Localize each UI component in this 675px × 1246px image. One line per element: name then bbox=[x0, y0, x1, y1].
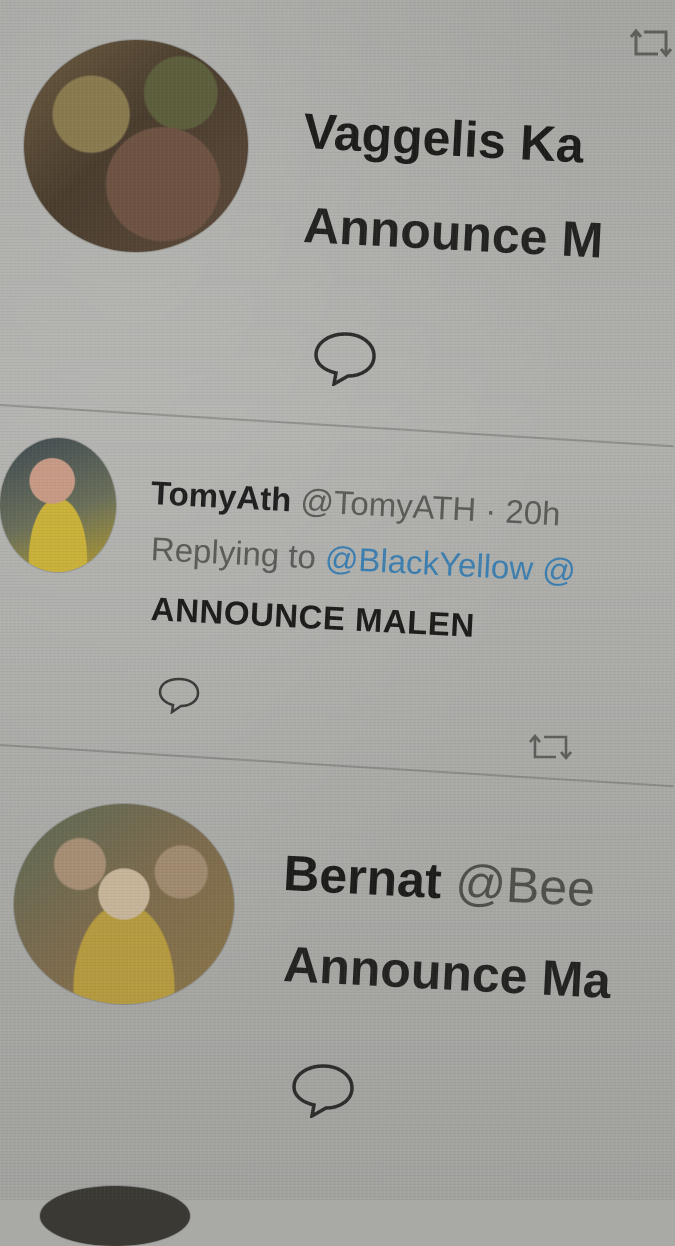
tweet-text: Announce Ma bbox=[282, 935, 613, 1010]
tweet-time[interactable]: · 20h bbox=[484, 492, 561, 533]
tweet-author-handle[interactable]: @Bee bbox=[454, 854, 596, 917]
retweet-icon[interactable] bbox=[526, 728, 576, 768]
avatar[interactable] bbox=[14, 804, 234, 1004]
avatar[interactable] bbox=[0, 438, 116, 572]
speech-bubble-icon[interactable] bbox=[312, 328, 378, 386]
tweet-divider bbox=[0, 404, 674, 448]
speech-bubble-icon[interactable] bbox=[156, 674, 202, 714]
tweet-text: Announce M bbox=[302, 196, 605, 269]
retweet-icon[interactable] bbox=[628, 24, 674, 64]
tweet-author-name[interactable]: Bernat bbox=[282, 845, 443, 909]
tweet-text: ANNOUNCE MALEN bbox=[150, 590, 476, 644]
tweet-author-name[interactable]: TomyAth bbox=[150, 474, 292, 518]
reply-mention-link[interactable]: @BlackYellow @ bbox=[324, 539, 577, 589]
tweet-header: Bernat @Bee bbox=[282, 844, 597, 918]
reply-prefix: Replying to bbox=[150, 530, 327, 577]
avatar[interactable] bbox=[40, 1186, 190, 1246]
avatar[interactable] bbox=[24, 40, 248, 252]
tweet-header: TomyAth @TomyATH · 20h bbox=[150, 474, 561, 533]
tweet-author-name[interactable]: Vaggelis Ka bbox=[302, 102, 585, 175]
timeline-screen: Vaggelis Ka Announce M TomyAth @TomyATH … bbox=[0, 0, 675, 1246]
reply-context: Replying to @BlackYellow @ bbox=[150, 530, 577, 590]
tweet-author-handle[interactable]: @TomyATH bbox=[300, 482, 478, 528]
speech-bubble-icon[interactable] bbox=[290, 1060, 356, 1118]
